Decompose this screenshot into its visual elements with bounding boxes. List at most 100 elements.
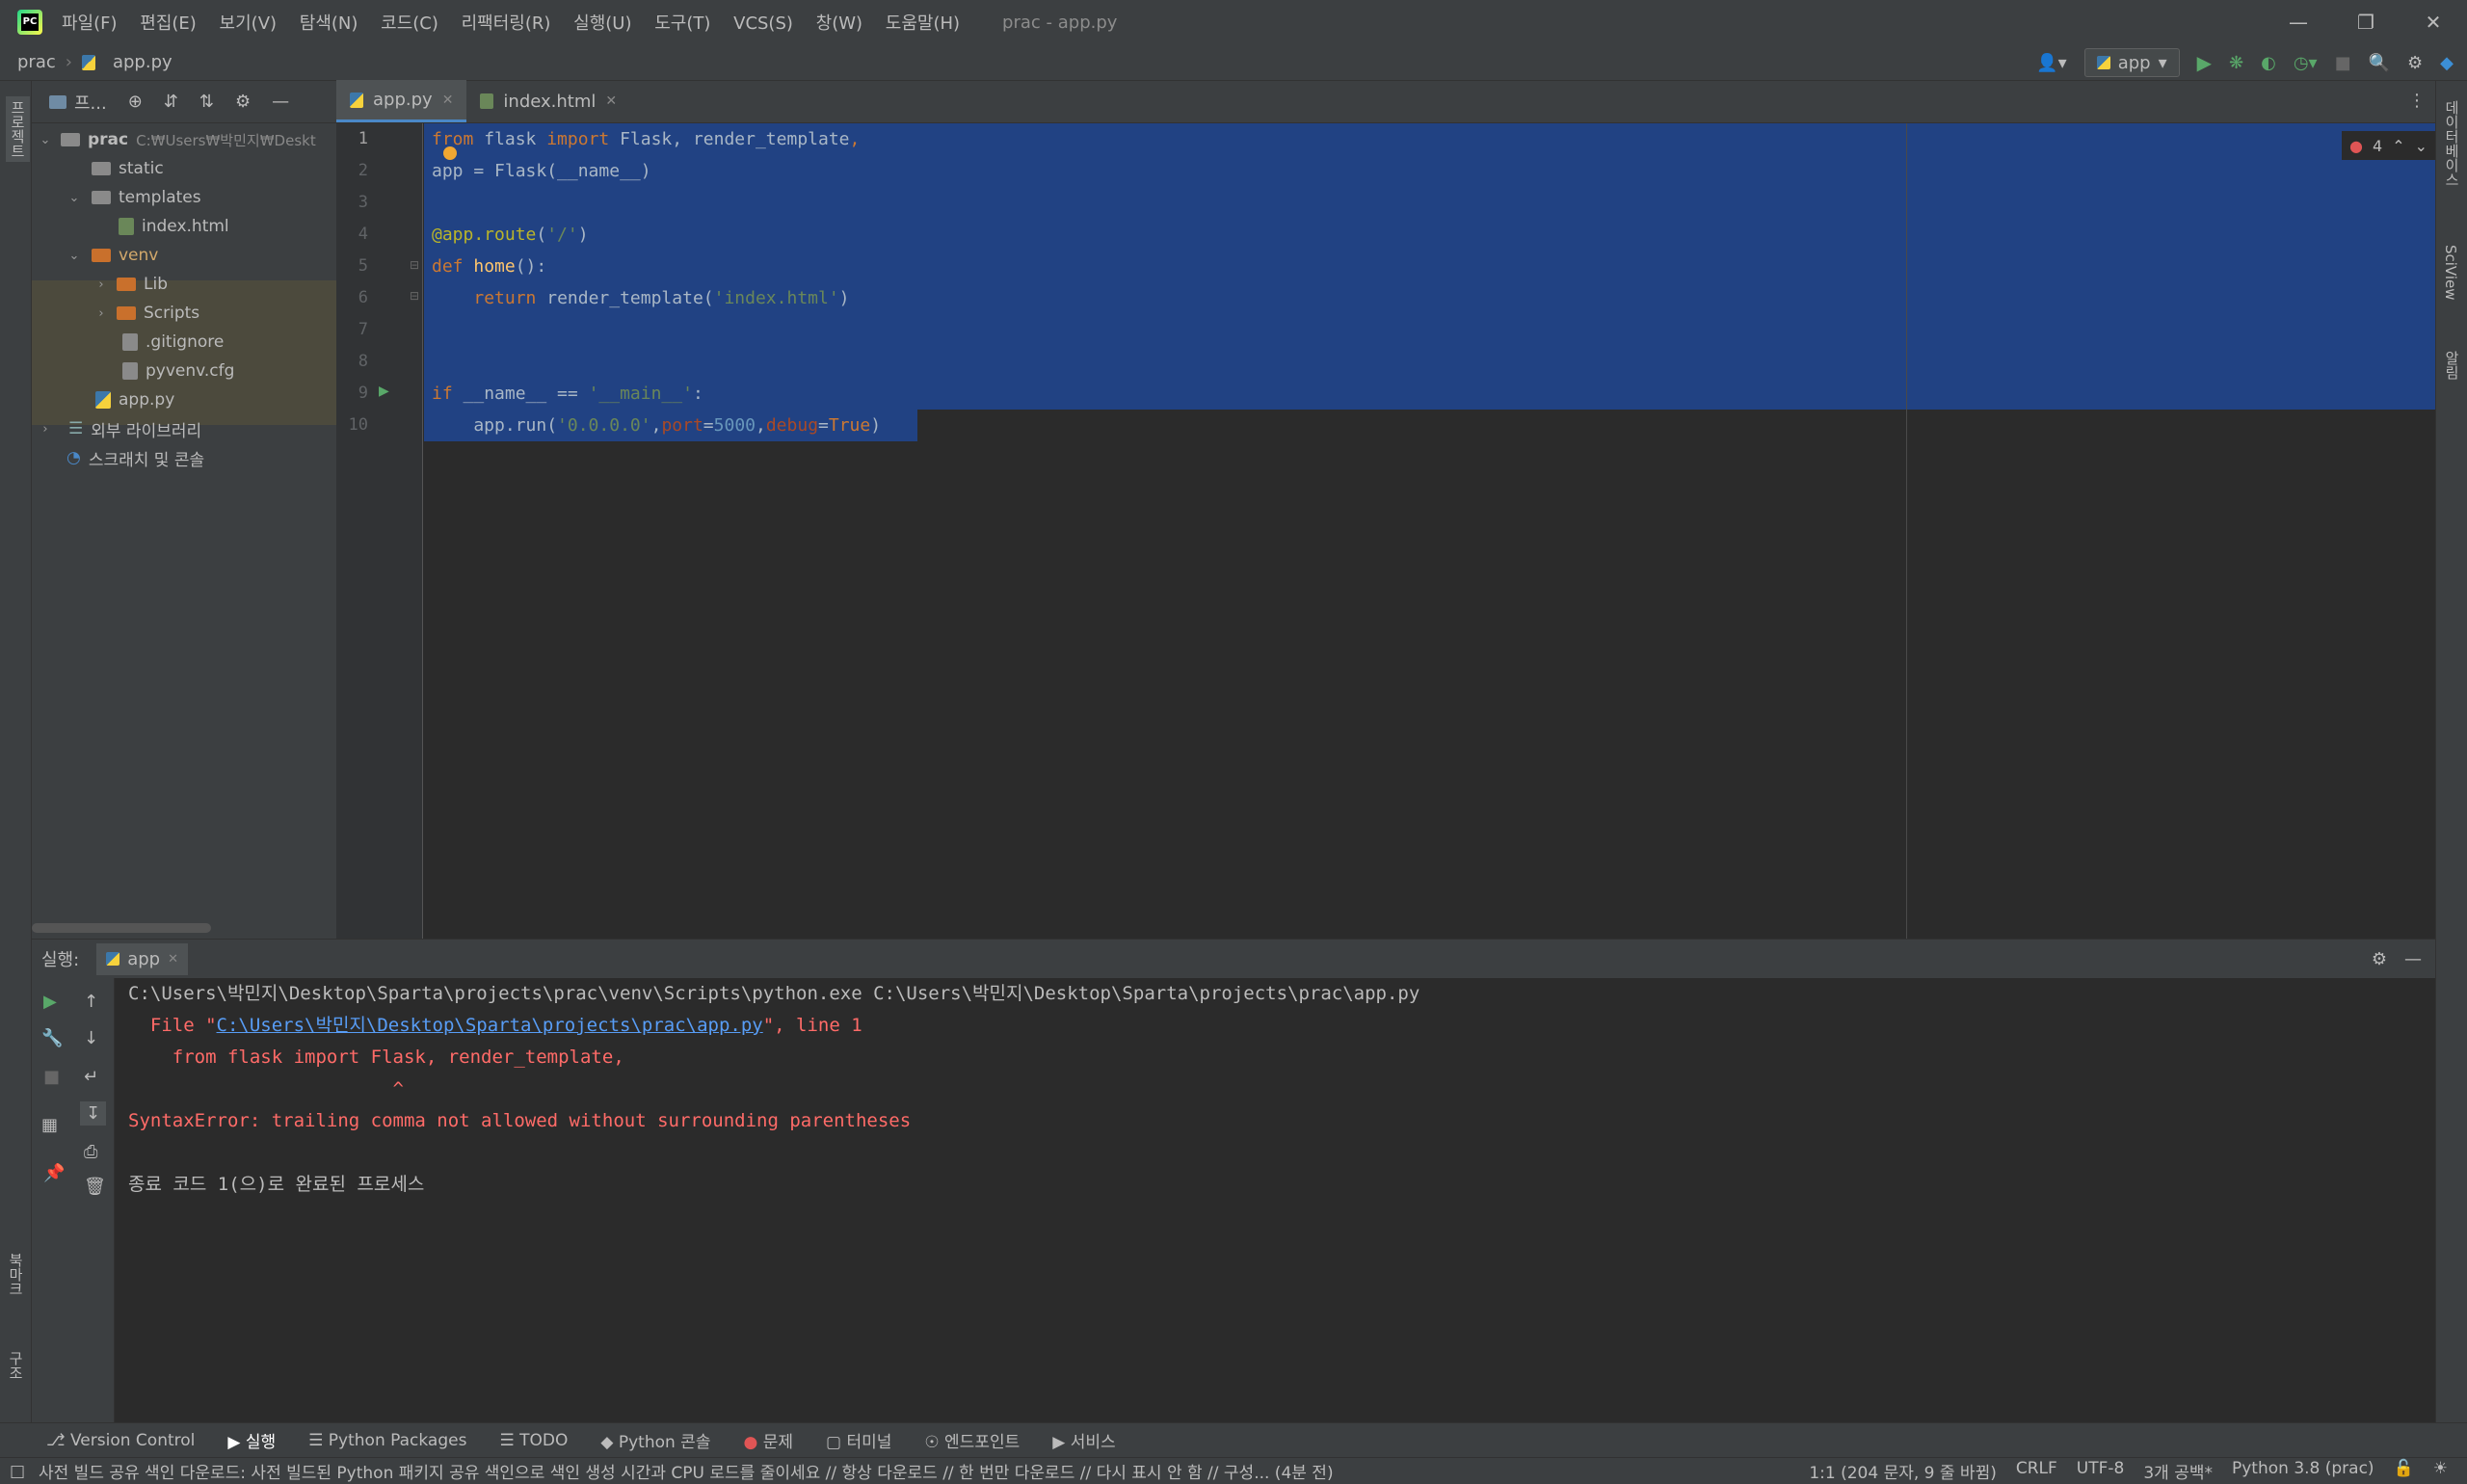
tool-todo[interactable]: ☰ TODO bbox=[499, 1431, 568, 1450]
menu-run[interactable]: 실행(U) bbox=[573, 10, 631, 35]
project-view-select[interactable]: 프... bbox=[49, 90, 107, 115]
gear-icon[interactable]: ⚙ bbox=[2372, 949, 2387, 969]
horizontal-scrollbar[interactable] bbox=[32, 923, 211, 933]
gear-icon[interactable]: ⚙ bbox=[2407, 53, 2423, 73]
chevron-down-icon[interactable]: ⌄ bbox=[2415, 137, 2427, 155]
status-line-separator[interactable]: CRLF bbox=[2016, 1459, 2057, 1483]
tree-item-scripts[interactable]: › Scripts bbox=[32, 299, 336, 328]
run-config-select[interactable]: app ▾ bbox=[2083, 48, 2180, 77]
tool-problems[interactable]: ● 문제 bbox=[743, 1428, 793, 1452]
sciview-tool-button[interactable]: SciView bbox=[2442, 245, 2459, 301]
jetbrains-logo-icon[interactable]: ◆ bbox=[2440, 53, 2454, 73]
search-icon[interactable]: 🔍 bbox=[2369, 53, 2390, 73]
close-icon[interactable]: ✕ bbox=[2400, 0, 2467, 44]
status-interpreter[interactable]: Python 3.8 (prac) bbox=[2232, 1459, 2374, 1483]
tree-item-venv[interactable]: ⌄ venv bbox=[32, 241, 336, 270]
run-icon[interactable]: ▶ bbox=[2197, 51, 2212, 74]
menu-view[interactable]: 보기(V) bbox=[220, 10, 277, 35]
lock-icon[interactable]: 🔓 bbox=[2394, 1459, 2414, 1483]
tree-item-scratches[interactable]: ◔ 스크래치 및 콘솔 bbox=[32, 443, 336, 472]
menu-refactor[interactable]: 리팩터링(R) bbox=[462, 10, 551, 35]
print-icon[interactable]: ⎙ bbox=[84, 1142, 97, 1162]
menu-vcs[interactable]: VCS(S) bbox=[733, 13, 793, 34]
tree-item-external-libraries[interactable]: › ☰ 외부 라이브러리 bbox=[32, 414, 336, 443]
notifications-tool-button[interactable]: 알림 bbox=[2442, 351, 2462, 380]
menu-file[interactable]: 파일(F) bbox=[62, 10, 118, 35]
tree-item-pyvenv[interactable]: pyvenv.cfg bbox=[32, 357, 336, 385]
stop-icon[interactable]: ■ bbox=[2335, 53, 2351, 73]
collapse-all-icon[interactable]: ⇅ bbox=[199, 92, 214, 112]
file-link[interactable]: C:\Users\박민지\Desktop\Sparta\projects\pra… bbox=[217, 1015, 763, 1036]
tree-item-index[interactable]: index.html bbox=[32, 212, 336, 241]
status-message[interactable]: 사전 빌드 공유 색인 다운로드: 사전 빌드된 Python 패키지 공유 색… bbox=[39, 1459, 1334, 1483]
menu-code[interactable]: 코드(C) bbox=[381, 10, 438, 35]
run-tab-app[interactable]: app ✕ bbox=[96, 942, 188, 975]
breadcrumb-file[interactable]: app.py bbox=[113, 52, 172, 72]
menu-window[interactable]: 창(W) bbox=[816, 10, 862, 35]
tree-item-gitignore[interactable]: .gitignore bbox=[32, 328, 336, 357]
tab-index-html[interactable]: index.html ✕ bbox=[466, 80, 630, 122]
fold-icon[interactable]: ⊟ bbox=[410, 258, 419, 272]
stop-icon[interactable]: ■ bbox=[43, 1067, 60, 1087]
layout-icon[interactable]: ▦ bbox=[41, 1115, 58, 1135]
arrow-down-icon[interactable]: ↓ bbox=[84, 1028, 98, 1048]
console-output[interactable]: C:\Users\박민지\Desktop\Sparta\projects\pra… bbox=[128, 978, 2435, 1201]
hide-icon[interactable]: — bbox=[272, 92, 289, 112]
tool-services[interactable]: ▶ 서비스 bbox=[1052, 1428, 1115, 1452]
tool-python-console[interactable]: ◆ Python 콘솔 bbox=[600, 1428, 710, 1452]
expand-all-icon[interactable]: ⇵ bbox=[164, 92, 178, 112]
status-toggle-icon[interactable]: □ bbox=[10, 1462, 25, 1481]
tool-terminal[interactable]: ▢ 터미널 bbox=[826, 1428, 891, 1452]
close-icon[interactable]: ✕ bbox=[605, 93, 617, 109]
locate-icon[interactable]: ⊕ bbox=[128, 92, 143, 112]
scroll-to-end-icon[interactable]: ↧ bbox=[80, 1101, 107, 1126]
database-tool-button[interactable]: 데이터베이스 bbox=[2442, 100, 2462, 187]
tree-item-lib[interactable]: › Lib bbox=[32, 270, 336, 299]
close-icon[interactable]: ✕ bbox=[168, 952, 178, 967]
fold-icon[interactable]: ⊟ bbox=[410, 289, 419, 303]
arrow-up-icon[interactable]: ↑ bbox=[84, 992, 98, 1012]
more-tabs-icon[interactable]: ⋮ bbox=[2408, 91, 2426, 111]
chevron-up-icon[interactable]: ⌃ bbox=[2392, 137, 2404, 155]
rerun-icon[interactable]: ▶ bbox=[43, 992, 57, 1012]
hide-icon[interactable]: — bbox=[2404, 949, 2422, 969]
menu-tools[interactable]: 도구(T) bbox=[654, 10, 710, 35]
error-indicator[interactable]: ● 4 ⌃ ⌄ bbox=[2342, 131, 2435, 160]
bookmarks-tool-button[interactable]: 북마크 bbox=[6, 1253, 26, 1296]
run-gutter-icon[interactable]: ▶ bbox=[379, 384, 389, 399]
debug-icon[interactable]: ❋ bbox=[2229, 53, 2243, 73]
intention-bulb-icon[interactable] bbox=[443, 146, 457, 160]
profile-icon[interactable]: ◷▾ bbox=[2294, 53, 2318, 73]
trash-icon[interactable]: 🗑 bbox=[84, 1177, 106, 1197]
project-tool-button[interactable]: 프로젝트 bbox=[6, 96, 30, 162]
tree-item-static[interactable]: static bbox=[32, 154, 336, 183]
breadcrumb-project[interactable]: prac bbox=[17, 52, 56, 72]
menu-edit[interactable]: 편집(E) bbox=[140, 10, 197, 35]
folder-icon bbox=[117, 278, 136, 291]
coverage-icon[interactable]: ◐ bbox=[2261, 53, 2276, 73]
restore-icon[interactable]: ❐ bbox=[2332, 0, 2400, 44]
user-icon[interactable]: 👤▾ bbox=[2036, 53, 2066, 73]
pin-icon[interactable]: 📌 bbox=[43, 1163, 65, 1183]
tool-endpoints[interactable]: ☉ 엔드포인트 bbox=[924, 1428, 1020, 1452]
menu-navigate[interactable]: 탐색(N) bbox=[300, 10, 358, 35]
tree-item-templates[interactable]: ⌄ templates bbox=[32, 183, 336, 212]
status-caret-position[interactable]: 1:1 (204 문자, 9 줄 바뀜) bbox=[1809, 1459, 1997, 1483]
tree-item-root[interactable]: ⌄ prac C:₩Users₩박민지₩Deskt bbox=[32, 125, 336, 154]
soft-wrap-icon[interactable]: ↵ bbox=[84, 1067, 98, 1087]
tree-item-app[interactable]: app.py bbox=[32, 385, 336, 414]
tab-app-py[interactable]: app.py ✕ bbox=[336, 80, 467, 122]
gear-icon[interactable]: ⚙ bbox=[235, 92, 251, 112]
tool-run[interactable]: ▶ 실행 bbox=[227, 1428, 276, 1452]
wrench-icon[interactable]: 🔧 bbox=[41, 1028, 63, 1048]
menu-help[interactable]: 도움말(H) bbox=[886, 10, 960, 35]
structure-tool-button[interactable]: 구조 bbox=[6, 1351, 26, 1380]
notification-icon[interactable]: ☀ bbox=[2433, 1459, 2448, 1483]
tool-python-packages[interactable]: ☰ Python Packages bbox=[308, 1431, 466, 1450]
code-area[interactable]: from flask import Flask, render_template… bbox=[424, 123, 2435, 939]
status-encoding[interactable]: UTF-8 bbox=[2077, 1459, 2125, 1483]
status-indent[interactable]: 3개 공백* bbox=[2143, 1459, 2213, 1483]
close-icon[interactable]: ✕ bbox=[442, 93, 454, 108]
tool-version-control[interactable]: ⎇ Version Control bbox=[46, 1431, 195, 1450]
minimize-icon[interactable]: — bbox=[2265, 0, 2332, 44]
